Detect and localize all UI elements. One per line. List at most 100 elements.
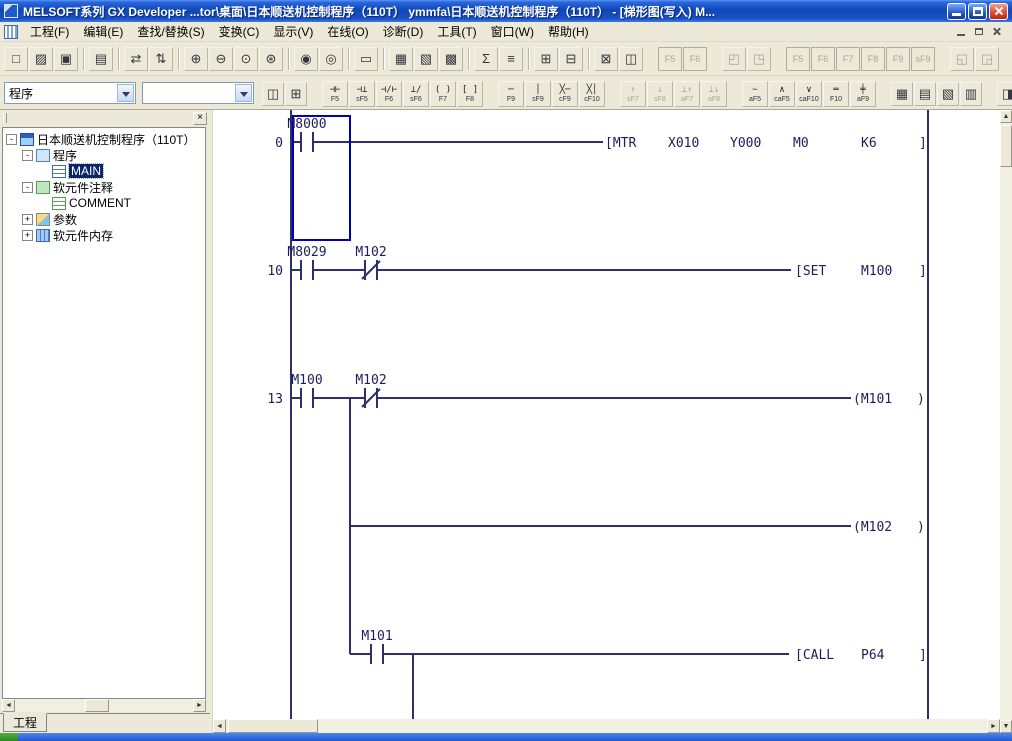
project-tab[interactable]: 工程 xyxy=(3,713,47,732)
ladder-delete-hline-button[interactable]: ╳─cF9 xyxy=(552,81,578,107)
editor-vertical-scrollbar[interactable]: ▲ ▼ xyxy=(1000,110,1012,733)
ladder-hline-button[interactable]: ─F9 xyxy=(498,81,524,107)
program-check-button[interactable]: Σ xyxy=(474,47,498,71)
ladder-f10-button[interactable]: ═F10 xyxy=(823,81,849,107)
scroll-down-button[interactable]: ▼ xyxy=(1000,720,1012,733)
statement-button[interactable]: ≡ xyxy=(499,47,523,71)
menu-item-tools[interactable]: 工具(T) xyxy=(430,21,483,42)
comment-display-button[interactable]: ⊠ xyxy=(594,47,618,71)
maximize-button[interactable] xyxy=(968,3,987,20)
expander-icon[interactable]: - xyxy=(22,150,33,161)
expander-icon[interactable]: - xyxy=(22,182,33,193)
grid-button-2[interactable]: ⊟ xyxy=(559,47,583,71)
ladder-coil-button[interactable]: ( )F7 xyxy=(430,81,456,107)
tree-item-program[interactable]: - 程序 xyxy=(3,147,205,163)
open-project-button[interactable]: ▨ xyxy=(29,47,53,71)
scrollbar-track[interactable] xyxy=(226,719,987,733)
editor-horizontal-scrollbar[interactable]: ◄ ► xyxy=(213,719,1000,733)
window-tile-button[interactable]: ◫ xyxy=(619,47,643,71)
instruction-list-button[interactable]: ▧ xyxy=(414,47,438,71)
ladder-af9-button[interactable]: ╪aF9 xyxy=(850,81,876,107)
monitor-button[interactable]: ▭ xyxy=(354,47,378,71)
print-button[interactable]: ▤ xyxy=(89,47,113,71)
window-switch-button[interactable]: ◫ xyxy=(262,82,284,106)
zoom-out-button[interactable]: ⊖ xyxy=(209,47,233,71)
ladder-mode-button[interactable]: ▦ xyxy=(389,47,413,71)
panel-close-button[interactable]: × xyxy=(193,112,207,125)
expander-icon[interactable]: + xyxy=(22,214,33,225)
sfc-mode-button[interactable]: ▩ xyxy=(439,47,463,71)
panel-horizontal-scrollbar[interactable]: ◄ ► xyxy=(2,699,206,712)
menu-item-find-replace[interactable]: 查找/替换(S) xyxy=(130,21,211,42)
tree-item-main[interactable]: MAIN xyxy=(3,163,205,179)
menu-item-window[interactable]: 窗口(W) xyxy=(484,21,541,42)
ladder-vline-button[interactable]: │sF9 xyxy=(525,81,551,107)
edit-button-1[interactable]: ⇄ xyxy=(124,47,148,71)
minimize-button[interactable] xyxy=(947,3,966,20)
find-button[interactable]: ◉ xyxy=(294,47,318,71)
start-button[interactable] xyxy=(0,733,18,741)
ladder-parallel-closed-contact-button[interactable]: ⊥/sF6 xyxy=(403,81,429,107)
zoom-fit-button[interactable]: ⊛ xyxy=(259,47,283,71)
mdi-restore-button[interactable] xyxy=(971,25,987,39)
menu-item-diagnostics[interactable]: 诊断(D) xyxy=(376,21,431,42)
device-dropdown[interactable] xyxy=(142,82,254,104)
ladder-delete-vline-button[interactable]: ╳│cF10 xyxy=(579,81,605,107)
program-type-dropdown[interactable]: 程序 xyxy=(4,82,136,104)
toolbar2-button-1[interactable]: ▦ xyxy=(891,82,913,106)
parameter-icon xyxy=(36,213,50,226)
scroll-left-button[interactable]: ◄ xyxy=(213,719,226,733)
scrollbar-thumb[interactable] xyxy=(228,719,318,733)
zoom-in-button[interactable]: ⊕ xyxy=(184,47,208,71)
menu-item-help[interactable]: 帮助(H) xyxy=(541,21,596,42)
mdi-minimize-button[interactable] xyxy=(953,25,969,39)
ladder-closed-contact-button[interactable]: ⊣/⊢F6 xyxy=(376,81,402,107)
ladder-grid-button[interactable]: ⊞ xyxy=(285,82,307,106)
menu-item-project[interactable]: 工程(F) xyxy=(23,21,76,42)
expander-icon[interactable]: + xyxy=(22,230,33,241)
ladder-canvas[interactable]: 0 M8000 [MTR X010 Y000 M0 K6 ] 10 M8029 … xyxy=(213,110,1000,719)
expander-icon[interactable]: - xyxy=(6,134,17,145)
ladder-open-contact-button[interactable]: ⊣⊢F5 xyxy=(322,81,348,107)
toolbar2-button-5[interactable]: ◨ xyxy=(997,82,1012,106)
toolbar2-button-2[interactable]: ▤ xyxy=(914,82,936,106)
windows-taskbar[interactable] xyxy=(0,733,1012,741)
new-project-button[interactable]: □ xyxy=(4,47,28,71)
scrollbar-thumb[interactable] xyxy=(85,699,109,712)
ladder-editor[interactable]: 0 M8000 [MTR X010 Y000 M0 K6 ] 10 M8029 … xyxy=(213,110,1000,719)
child-window-icon[interactable] xyxy=(4,25,18,39)
ladder-instruction-button[interactable]: [ ]F8 xyxy=(457,81,483,107)
find-replace-button[interactable]: ◎ xyxy=(319,47,343,71)
menu-item-view[interactable]: 显示(V) xyxy=(266,21,320,42)
tree-item-device-memory[interactable]: + 软元件内存 xyxy=(3,227,205,243)
scroll-up-button[interactable]: ▲ xyxy=(1000,110,1012,123)
scroll-right-button[interactable]: ► xyxy=(987,719,1000,733)
scrollbar-thumb[interactable] xyxy=(1000,125,1012,167)
zoom-100-button[interactable]: ⊙ xyxy=(234,47,258,71)
ladder-af5-button[interactable]: ∼aF5 xyxy=(742,81,768,107)
ladder-parallel-open-contact-button[interactable]: ⊣⊥sF5 xyxy=(349,81,375,107)
menu-item-convert[interactable]: 变换(C) xyxy=(212,21,267,42)
mdi-close-button[interactable] xyxy=(989,25,1005,39)
tree-item-root[interactable]: - 日本顺送机控制程序（110T） xyxy=(3,131,205,147)
edit-button-2[interactable]: ⇅ xyxy=(149,47,173,71)
tree-item-parameter[interactable]: + 参数 xyxy=(3,211,205,227)
toolbar2-button-3[interactable]: ▧ xyxy=(937,82,959,106)
ladder-caf5-button[interactable]: ∧caF5 xyxy=(769,81,795,107)
scrollbar-track[interactable] xyxy=(1000,123,1012,720)
save-project-button[interactable]: ▣ xyxy=(54,47,78,71)
tree-item-device-comment[interactable]: - 软元件注释 xyxy=(3,179,205,195)
dropdown-arrow-icon[interactable] xyxy=(235,84,252,102)
scroll-left-button[interactable]: ◄ xyxy=(2,699,15,712)
menu-item-online[interactable]: 在线(O) xyxy=(320,21,375,42)
scroll-right-button[interactable]: ► xyxy=(193,699,206,712)
dropdown-arrow-icon[interactable] xyxy=(117,84,134,102)
grid-button-1[interactable]: ⊞ xyxy=(534,47,558,71)
panel-grip[interactable] xyxy=(3,113,7,123)
ladder-caf10-button[interactable]: ∨caF10 xyxy=(796,81,822,107)
tree-item-comment[interactable]: COMMENT xyxy=(3,195,205,211)
toolbar2-button-4[interactable]: ▥ xyxy=(960,82,982,106)
close-button[interactable] xyxy=(989,3,1008,20)
menu-item-edit[interactable]: 编辑(E) xyxy=(76,21,130,42)
scrollbar-track[interactable] xyxy=(15,699,193,712)
